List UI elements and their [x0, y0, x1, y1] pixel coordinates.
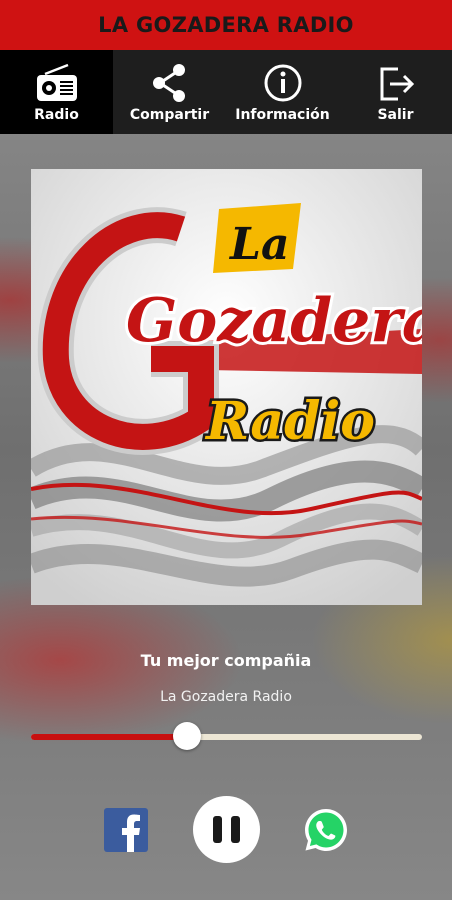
- tagline: Tu mejor compañia: [140, 651, 312, 670]
- tab-informacion[interactable]: Información: [226, 50, 339, 134]
- exit-icon: [380, 67, 414, 101]
- tab-radio-label: Radio: [34, 107, 79, 123]
- info-icon: [264, 64, 301, 102]
- tab-compartir[interactable]: Compartir: [113, 50, 226, 134]
- top-toolbar: Radio Compartir Información Salir: [0, 50, 452, 134]
- logo-la-text: La: [228, 219, 289, 270]
- facebook-share-button[interactable]: [104, 808, 148, 852]
- tab-informacion-label: Información: [235, 107, 330, 123]
- logo-main-text: Gozadera: [126, 286, 422, 356]
- tab-salir[interactable]: Salir: [339, 50, 452, 134]
- pause-icon: [213, 816, 240, 843]
- logo-sub-text: Radio: [204, 391, 375, 452]
- volume-slider[interactable]: [31, 722, 422, 752]
- tab-compartir-label: Compartir: [129, 107, 210, 123]
- volume-thumb[interactable]: [173, 722, 202, 750]
- volume-fill: [31, 734, 188, 740]
- tab-salir-label: Salir: [377, 107, 414, 123]
- station-name: La Gozadera Radio: [160, 689, 292, 705]
- player-controls: [0, 795, 452, 865]
- station-logo: La Gozadera Gozadera Radio Radio: [31, 169, 422, 605]
- tab-radio[interactable]: Radio: [0, 50, 113, 134]
- whatsapp-share-button[interactable]: [303, 807, 349, 853]
- pause-button[interactable]: [193, 796, 260, 863]
- facebook-icon: [122, 814, 140, 852]
- app-screen: LA GOZADERA RADIO Radio Compartir Inform…: [0, 0, 452, 900]
- station-artwork: La Gozadera Gozadera Radio Radio: [31, 169, 422, 605]
- whatsapp-icon: [305, 809, 347, 851]
- radio-icon: [36, 63, 77, 101]
- share-icon: [152, 64, 185, 102]
- app-title: LA GOZADERA RADIO: [98, 13, 354, 37]
- title-bar: LA GOZADERA RADIO: [0, 0, 452, 50]
